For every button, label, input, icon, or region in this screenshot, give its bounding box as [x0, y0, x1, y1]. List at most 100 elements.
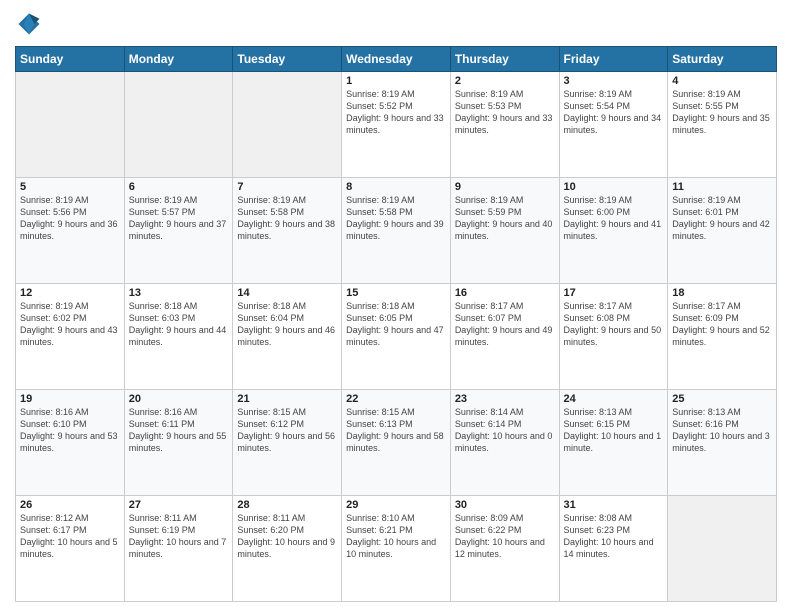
day-number: 20	[129, 393, 229, 405]
day-info: Sunrise: 8:18 AM Sunset: 6:05 PM Dayligh…	[346, 300, 446, 349]
calendar-cell: 12Sunrise: 8:19 AM Sunset: 6:02 PM Dayli…	[16, 284, 125, 390]
calendar-cell: 18Sunrise: 8:17 AM Sunset: 6:09 PM Dayli…	[668, 284, 777, 390]
calendar-cell: 28Sunrise: 8:11 AM Sunset: 6:20 PM Dayli…	[233, 496, 342, 602]
day-info: Sunrise: 8:17 AM Sunset: 6:08 PM Dayligh…	[564, 300, 664, 349]
col-header-wednesday: Wednesday	[342, 47, 451, 72]
calendar-cell: 30Sunrise: 8:09 AM Sunset: 6:22 PM Dayli…	[450, 496, 559, 602]
calendar-cell	[233, 72, 342, 178]
day-info: Sunrise: 8:19 AM Sunset: 5:52 PM Dayligh…	[346, 88, 446, 137]
calendar-cell: 8Sunrise: 8:19 AM Sunset: 5:58 PM Daylig…	[342, 178, 451, 284]
day-number: 17	[564, 287, 664, 299]
day-number: 25	[672, 393, 772, 405]
col-header-tuesday: Tuesday	[233, 47, 342, 72]
day-info: Sunrise: 8:16 AM Sunset: 6:10 PM Dayligh…	[20, 406, 120, 455]
day-number: 5	[20, 181, 120, 193]
day-number: 12	[20, 287, 120, 299]
calendar-cell: 5Sunrise: 8:19 AM Sunset: 5:56 PM Daylig…	[16, 178, 125, 284]
col-header-thursday: Thursday	[450, 47, 559, 72]
day-info: Sunrise: 8:19 AM Sunset: 6:01 PM Dayligh…	[672, 194, 772, 243]
calendar-header-row: SundayMondayTuesdayWednesdayThursdayFrid…	[16, 47, 777, 72]
day-info: Sunrise: 8:19 AM Sunset: 5:55 PM Dayligh…	[672, 88, 772, 137]
calendar-cell: 23Sunrise: 8:14 AM Sunset: 6:14 PM Dayli…	[450, 390, 559, 496]
day-info: Sunrise: 8:19 AM Sunset: 5:57 PM Dayligh…	[129, 194, 229, 243]
day-info: Sunrise: 8:19 AM Sunset: 6:02 PM Dayligh…	[20, 300, 120, 349]
calendar-cell: 6Sunrise: 8:19 AM Sunset: 5:57 PM Daylig…	[124, 178, 233, 284]
day-info: Sunrise: 8:18 AM Sunset: 6:04 PM Dayligh…	[237, 300, 337, 349]
calendar-cell: 31Sunrise: 8:08 AM Sunset: 6:23 PM Dayli…	[559, 496, 668, 602]
day-number: 1	[346, 75, 446, 87]
calendar-table: SundayMondayTuesdayWednesdayThursdayFrid…	[15, 46, 777, 602]
day-info: Sunrise: 8:08 AM Sunset: 6:23 PM Dayligh…	[564, 512, 664, 561]
day-info: Sunrise: 8:19 AM Sunset: 5:54 PM Dayligh…	[564, 88, 664, 137]
day-number: 15	[346, 287, 446, 299]
calendar-cell: 19Sunrise: 8:16 AM Sunset: 6:10 PM Dayli…	[16, 390, 125, 496]
day-number: 7	[237, 181, 337, 193]
day-number: 19	[20, 393, 120, 405]
day-number: 23	[455, 393, 555, 405]
week-row-2: 5Sunrise: 8:19 AM Sunset: 5:56 PM Daylig…	[16, 178, 777, 284]
header	[15, 10, 777, 38]
day-info: Sunrise: 8:13 AM Sunset: 6:15 PM Dayligh…	[564, 406, 664, 455]
day-info: Sunrise: 8:13 AM Sunset: 6:16 PM Dayligh…	[672, 406, 772, 455]
calendar-cell: 21Sunrise: 8:15 AM Sunset: 6:12 PM Dayli…	[233, 390, 342, 496]
day-number: 29	[346, 499, 446, 511]
day-number: 24	[564, 393, 664, 405]
calendar-cell	[16, 72, 125, 178]
col-header-friday: Friday	[559, 47, 668, 72]
calendar-cell: 22Sunrise: 8:15 AM Sunset: 6:13 PM Dayli…	[342, 390, 451, 496]
day-info: Sunrise: 8:19 AM Sunset: 5:58 PM Dayligh…	[346, 194, 446, 243]
day-number: 9	[455, 181, 555, 193]
day-number: 11	[672, 181, 772, 193]
day-number: 22	[346, 393, 446, 405]
day-number: 28	[237, 499, 337, 511]
day-info: Sunrise: 8:19 AM Sunset: 5:53 PM Dayligh…	[455, 88, 555, 137]
day-number: 27	[129, 499, 229, 511]
day-info: Sunrise: 8:12 AM Sunset: 6:17 PM Dayligh…	[20, 512, 120, 561]
day-number: 30	[455, 499, 555, 511]
day-number: 14	[237, 287, 337, 299]
calendar-cell	[668, 496, 777, 602]
day-info: Sunrise: 8:19 AM Sunset: 5:59 PM Dayligh…	[455, 194, 555, 243]
logo	[15, 10, 47, 38]
day-info: Sunrise: 8:17 AM Sunset: 6:09 PM Dayligh…	[672, 300, 772, 349]
calendar-cell: 16Sunrise: 8:17 AM Sunset: 6:07 PM Dayli…	[450, 284, 559, 390]
day-info: Sunrise: 8:11 AM Sunset: 6:20 PM Dayligh…	[237, 512, 337, 561]
day-number: 31	[564, 499, 664, 511]
calendar-cell: 14Sunrise: 8:18 AM Sunset: 6:04 PM Dayli…	[233, 284, 342, 390]
col-header-saturday: Saturday	[668, 47, 777, 72]
day-number: 21	[237, 393, 337, 405]
day-info: Sunrise: 8:10 AM Sunset: 6:21 PM Dayligh…	[346, 512, 446, 561]
page: SundayMondayTuesdayWednesdayThursdayFrid…	[0, 0, 792, 612]
calendar-cell: 11Sunrise: 8:19 AM Sunset: 6:01 PM Dayli…	[668, 178, 777, 284]
day-number: 13	[129, 287, 229, 299]
day-number: 18	[672, 287, 772, 299]
calendar-cell: 26Sunrise: 8:12 AM Sunset: 6:17 PM Dayli…	[16, 496, 125, 602]
week-row-3: 12Sunrise: 8:19 AM Sunset: 6:02 PM Dayli…	[16, 284, 777, 390]
week-row-4: 19Sunrise: 8:16 AM Sunset: 6:10 PM Dayli…	[16, 390, 777, 496]
calendar-cell: 13Sunrise: 8:18 AM Sunset: 6:03 PM Dayli…	[124, 284, 233, 390]
calendar-cell: 17Sunrise: 8:17 AM Sunset: 6:08 PM Dayli…	[559, 284, 668, 390]
day-info: Sunrise: 8:18 AM Sunset: 6:03 PM Dayligh…	[129, 300, 229, 349]
day-info: Sunrise: 8:17 AM Sunset: 6:07 PM Dayligh…	[455, 300, 555, 349]
day-number: 3	[564, 75, 664, 87]
calendar-cell: 7Sunrise: 8:19 AM Sunset: 5:58 PM Daylig…	[233, 178, 342, 284]
calendar-cell: 10Sunrise: 8:19 AM Sunset: 6:00 PM Dayli…	[559, 178, 668, 284]
logo-icon	[15, 10, 43, 38]
day-number: 2	[455, 75, 555, 87]
col-header-sunday: Sunday	[16, 47, 125, 72]
day-info: Sunrise: 8:15 AM Sunset: 6:12 PM Dayligh…	[237, 406, 337, 455]
calendar-cell: 29Sunrise: 8:10 AM Sunset: 6:21 PM Dayli…	[342, 496, 451, 602]
day-info: Sunrise: 8:15 AM Sunset: 6:13 PM Dayligh…	[346, 406, 446, 455]
week-row-5: 26Sunrise: 8:12 AM Sunset: 6:17 PM Dayli…	[16, 496, 777, 602]
calendar-cell: 25Sunrise: 8:13 AM Sunset: 6:16 PM Dayli…	[668, 390, 777, 496]
day-number: 4	[672, 75, 772, 87]
calendar-cell: 1Sunrise: 8:19 AM Sunset: 5:52 PM Daylig…	[342, 72, 451, 178]
day-info: Sunrise: 8:16 AM Sunset: 6:11 PM Dayligh…	[129, 406, 229, 455]
day-info: Sunrise: 8:14 AM Sunset: 6:14 PM Dayligh…	[455, 406, 555, 455]
calendar-cell: 15Sunrise: 8:18 AM Sunset: 6:05 PM Dayli…	[342, 284, 451, 390]
day-info: Sunrise: 8:09 AM Sunset: 6:22 PM Dayligh…	[455, 512, 555, 561]
day-number: 26	[20, 499, 120, 511]
week-row-1: 1Sunrise: 8:19 AM Sunset: 5:52 PM Daylig…	[16, 72, 777, 178]
day-info: Sunrise: 8:19 AM Sunset: 5:56 PM Dayligh…	[20, 194, 120, 243]
calendar-cell: 2Sunrise: 8:19 AM Sunset: 5:53 PM Daylig…	[450, 72, 559, 178]
